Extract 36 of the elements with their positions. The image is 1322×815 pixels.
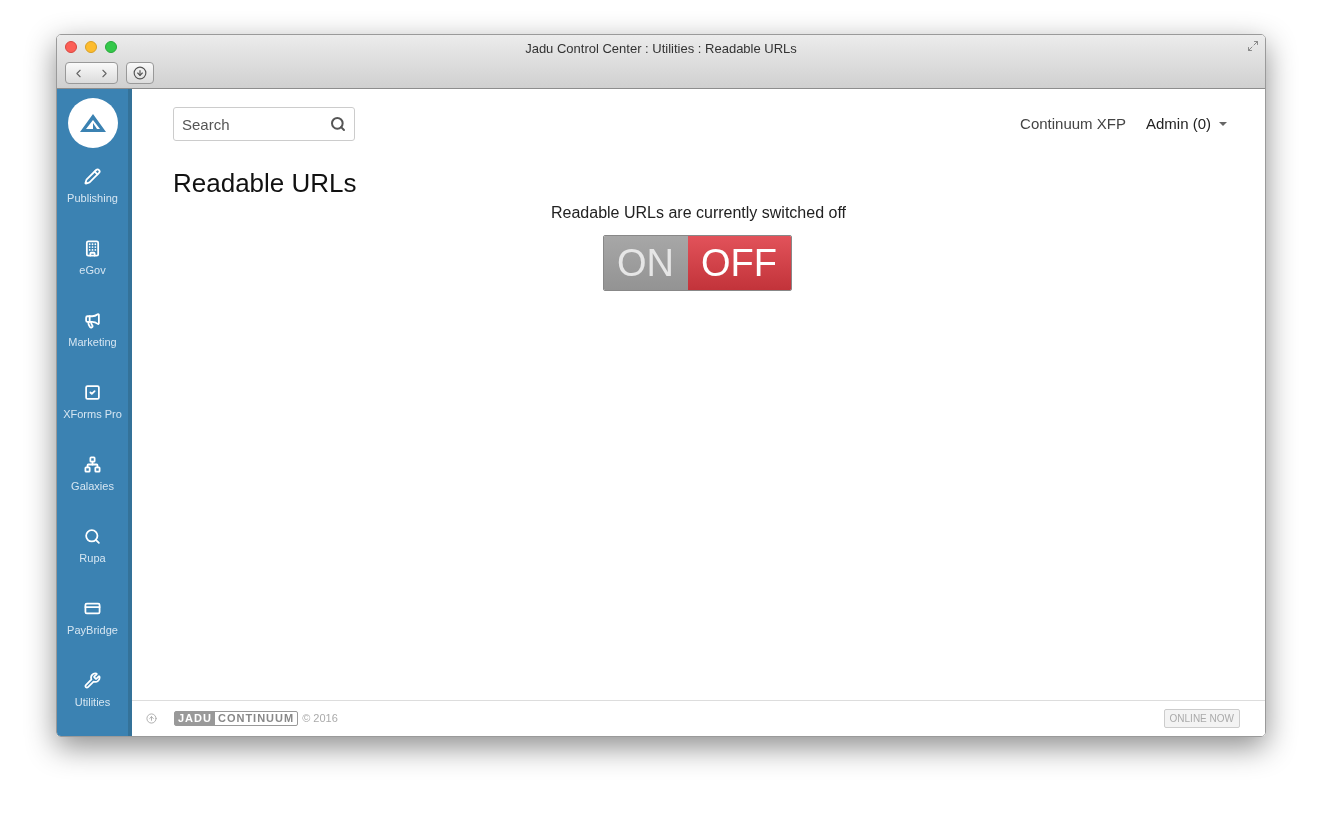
minimize-icon[interactable] <box>85 41 97 53</box>
sidebar-item[interactable]: XForms Pro <box>57 384 130 430</box>
search-icon[interactable] <box>330 116 346 132</box>
pencil-icon <box>84 168 101 185</box>
sidebar-item[interactable]: Rupa <box>57 528 130 574</box>
sidebar-item[interactable]: Marketing <box>57 312 130 358</box>
on-off-toggle[interactable]: ON OFF <box>602 235 792 291</box>
checkbox-icon <box>84 384 101 401</box>
copyright-text: © 2016 <box>302 711 338 727</box>
status-message: Readable URLs are currently switched off <box>550 203 847 223</box>
user-menu[interactable]: Admin (0) <box>1145 112 1227 136</box>
window-title: Jadu Control Center : Utilities : Readable URLs <box>525 40 797 58</box>
download-button[interactable] <box>126 62 154 84</box>
brand-logo: JADU CONTINUUM <box>174 711 299 726</box>
page-title: Readable URLs <box>173 167 358 199</box>
search-icon <box>84 528 101 545</box>
zoom-icon[interactable] <box>105 41 117 53</box>
wrench-icon <box>84 672 101 689</box>
logo-icon[interactable] <box>67 98 118 148</box>
card-icon <box>84 600 101 617</box>
download-icon <box>133 66 147 80</box>
megaphone-icon <box>84 312 101 329</box>
back-forward-button[interactable] <box>65 62 118 84</box>
sidebar-item[interactable]: Galaxies <box>57 456 130 502</box>
building-icon <box>84 240 101 257</box>
fullscreen-icon[interactable] <box>1247 40 1259 52</box>
sidebar-item[interactable]: Publishing <box>57 168 130 214</box>
hierarchy-icon <box>84 456 101 473</box>
site-link[interactable]: Continuum XFP <box>1020 112 1126 136</box>
close-icon[interactable] <box>65 41 77 53</box>
sidebar-item[interactable]: PayBridge <box>57 600 130 646</box>
sidebar-item[interactable]: eGov <box>57 240 130 286</box>
sidebar-item[interactable]: Utilities <box>57 672 130 718</box>
scroll-top-icon[interactable] <box>146 713 157 724</box>
search-field[interactable]: Search <box>173 107 355 141</box>
status-badge: ONLINE NOW <box>1163 709 1240 728</box>
